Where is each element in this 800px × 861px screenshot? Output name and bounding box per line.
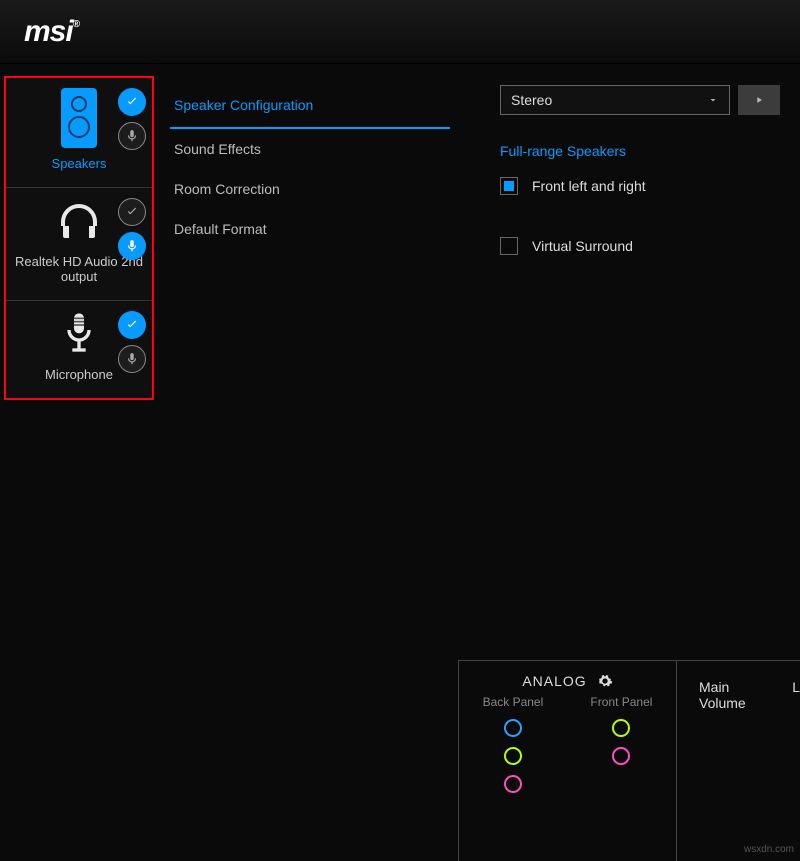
mic-icon [125, 129, 139, 143]
jack-back-pink[interactable] [504, 775, 522, 793]
device-sidebar: Speakers Realtek HD Audio 2nd output [4, 76, 154, 400]
mic-badge[interactable] [118, 122, 146, 150]
analog-header: ANALOG [459, 673, 676, 689]
tab-room-correction[interactable]: Room Correction [170, 169, 450, 209]
tab-sound-effects[interactable]: Sound Effects [170, 129, 450, 169]
app-header: msi® [0, 0, 800, 64]
jack-back-blue[interactable] [504, 719, 522, 737]
default-check-badge[interactable] [118, 88, 146, 116]
trademark: ® [73, 19, 79, 30]
jack-front-green[interactable] [612, 719, 630, 737]
checkbox-virtual-surround[interactable] [500, 237, 518, 255]
checkbox-front-lr[interactable] [500, 177, 518, 195]
play-icon [754, 94, 764, 106]
volume-panel: Main Volume L [676, 660, 800, 861]
bottom-panel: ANALOG Back Panel Front Panel Main Volum… [458, 660, 800, 861]
full-range-title: Full-range Speakers [500, 143, 780, 159]
tab-default-format[interactable]: Default Format [170, 209, 450, 249]
brand-logo: msi® [24, 15, 79, 49]
check-icon [125, 205, 139, 219]
headphones-icon [55, 198, 103, 246]
back-panel-label: Back Panel [483, 695, 544, 709]
mic-icon [125, 352, 139, 366]
option-front-lr[interactable]: Front left and right [500, 177, 780, 195]
mic-badge[interactable] [118, 345, 146, 373]
check-icon [125, 95, 139, 109]
default-check-badge[interactable] [118, 198, 146, 226]
speaker-config-row: Stereo [500, 85, 780, 115]
microphone-icon [59, 311, 99, 359]
brand-text: msi [24, 15, 73, 48]
front-panel-label: Front Panel [590, 695, 652, 709]
option-label: Front left and right [532, 178, 646, 194]
jack-columns: Back Panel Front Panel [459, 695, 676, 793]
device-badges [118, 88, 146, 150]
front-panel-col: Front Panel [590, 695, 652, 793]
device-realtek-2nd[interactable]: Realtek HD Audio 2nd output [6, 188, 152, 301]
option-label: Virtual Surround [532, 238, 633, 254]
watermark: wsxdn.com [744, 844, 794, 855]
speaker-config-select[interactable]: Stereo [500, 85, 730, 115]
gear-icon[interactable] [597, 673, 613, 689]
device-badges [118, 311, 146, 373]
main-panel: Stereo Full-range Speakers Front left an… [500, 85, 780, 255]
option-virtual-surround[interactable]: Virtual Surround [500, 237, 780, 255]
default-check-badge[interactable] [118, 311, 146, 339]
speaker-icon [61, 88, 97, 148]
device-speakers[interactable]: Speakers [6, 78, 152, 188]
test-play-button[interactable] [738, 85, 780, 115]
device-label: Speakers [12, 156, 146, 171]
main-volume-label: Main Volume [699, 679, 762, 861]
chevron-down-icon [707, 94, 719, 106]
select-value: Stereo [511, 92, 552, 108]
check-icon [125, 318, 139, 332]
mic-icon [125, 239, 139, 253]
back-panel-col: Back Panel [483, 695, 544, 793]
jack-back-green[interactable] [504, 747, 522, 765]
device-microphone[interactable]: Microphone [6, 301, 152, 398]
analog-panel: ANALOG Back Panel Front Panel [458, 660, 676, 861]
mic-badge[interactable] [118, 232, 146, 260]
jack-front-pink[interactable] [612, 747, 630, 765]
tab-speaker-configuration[interactable]: Speaker Configuration [170, 85, 450, 129]
settings-tabs: Speaker Configuration Sound Effects Room… [170, 85, 450, 249]
channel-label: L [792, 679, 800, 861]
analog-title: ANALOG [522, 673, 586, 689]
device-badges [118, 198, 146, 260]
